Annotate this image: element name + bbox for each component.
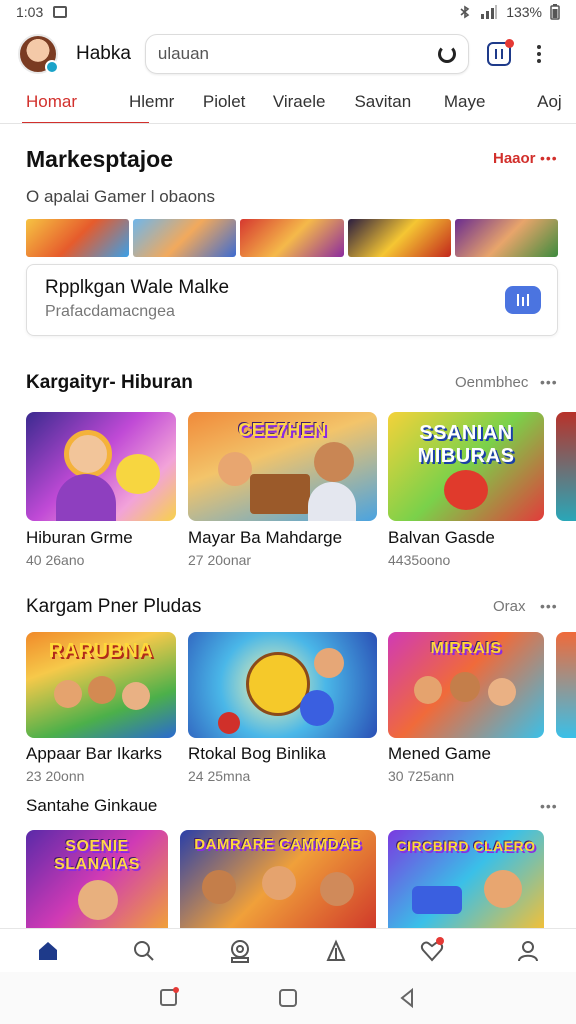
battery-level: 133%	[506, 4, 542, 20]
game-thumbnail: SSANIAN MIBURAS	[388, 412, 544, 521]
marketplace-subtitle: O apalai Gamer l obaons	[26, 187, 215, 206]
search-input[interactable]	[157, 44, 438, 64]
section-see-all[interactable]: Oenmbhec	[455, 374, 528, 391]
banner-thumb[interactable]	[133, 219, 237, 257]
nav-home[interactable]	[28, 931, 68, 971]
promo-card[interactable]: Rpplkgan Wale Malke Prafacdamacngea	[26, 264, 558, 336]
promo-title: Rpplkgan Wale Malke	[45, 277, 230, 298]
online-badge	[45, 60, 59, 74]
nav-search[interactable]	[124, 931, 164, 971]
badge-icon	[231, 939, 249, 963]
banner-thumb[interactable]	[454, 219, 559, 257]
back-icon[interactable]	[396, 987, 418, 1009]
banner-strip	[26, 219, 559, 257]
system-nav	[0, 972, 576, 1024]
section-title: Kargaityr- Hiburan	[26, 372, 193, 393]
inbox-icon	[494, 49, 503, 59]
game-thumbnail: RARUBNA	[26, 632, 176, 738]
bottom-nav	[0, 928, 576, 972]
app-header: Habka	[0, 26, 576, 82]
game-thumbnail: MIRRAIS	[388, 632, 544, 738]
next-card-peek[interactable]	[556, 412, 576, 521]
recents-icon[interactable]	[158, 987, 180, 1009]
bluetooth-icon	[460, 5, 470, 19]
tab-homar[interactable]: Homar	[22, 84, 149, 123]
status-bar: 1:03 133%	[0, 0, 576, 24]
banner-thumb[interactable]	[347, 219, 451, 257]
game-meta: 24 25mna	[188, 768, 251, 784]
search-box[interactable]	[144, 34, 469, 74]
section-see-all[interactable]: Orax	[493, 598, 526, 615]
game-thumbnail	[26, 412, 176, 521]
gallery-icon	[53, 6, 68, 18]
nav-badge[interactable]	[220, 931, 260, 971]
nav-library[interactable]	[316, 931, 356, 971]
tab-viraele[interactable]: Viraele	[273, 84, 355, 123]
section-title: Santahe Ginkaue	[26, 796, 158, 815]
game-name: Hiburan Grme	[26, 528, 133, 547]
game-name: Rtokal Bog Binlika	[188, 744, 326, 763]
tab-piolet[interactable]: Piolet	[203, 84, 273, 123]
tab-savitan[interactable]: Savitan	[354, 84, 443, 123]
game-thumbnail: SOENIE SLANAIAS	[26, 830, 168, 928]
promo-subtitle: Prafacdamacngea	[45, 303, 175, 320]
marketplace-see-all[interactable]: Haaor	[493, 150, 536, 167]
app-title: Habka	[76, 43, 131, 64]
signal-icon	[481, 5, 498, 19]
section-more-icon[interactable]: •••	[540, 374, 558, 390]
search-icon	[134, 940, 154, 961]
avatar[interactable]	[18, 34, 59, 74]
section-more-icon[interactable]: •••	[540, 798, 558, 814]
notification-dot	[504, 39, 514, 48]
game-row: SOENIE SLANAIAS DAMRARE CAMMDAB CIRCBIRD…	[26, 830, 576, 928]
game-thumbnail: CEE7HEN	[188, 412, 377, 521]
nav-profile[interactable]	[508, 931, 548, 971]
game-meta: 30 725ann	[388, 768, 455, 784]
game-thumbnail: DAMRARE CAMMDAB	[180, 830, 376, 928]
game-meta: 27 20onar	[188, 552, 252, 568]
game-name: Mened Game	[388, 744, 491, 763]
marketplace-title: Markesptajoe	[26, 146, 174, 172]
stats-button[interactable]	[505, 286, 541, 314]
favorites-badge	[436, 936, 444, 945]
more-options-icon[interactable]	[536, 45, 541, 63]
game-meta: 40 26ano	[26, 552, 85, 568]
tab-maye[interactable]: Maye	[444, 84, 537, 123]
game-thumbnail: CIRCBIRD CLAERO	[388, 830, 544, 928]
home-icon	[39, 941, 57, 960]
game-meta: 23 20onn	[26, 768, 85, 784]
game-name: Appaar Bar Ikarks	[26, 744, 163, 763]
game-meta: 4435oono	[388, 552, 451, 568]
profile-icon	[518, 940, 538, 961]
section-more-icon[interactable]: •••	[540, 598, 558, 614]
tab-aoj[interactable]: Aoj	[537, 84, 576, 123]
banner-thumb[interactable]	[26, 219, 130, 257]
refresh-icon[interactable]	[437, 45, 456, 63]
section-title: Kargam Pner Pludas	[26, 596, 202, 617]
chart-icon	[517, 294, 529, 306]
notifications-button[interactable]	[486, 39, 514, 66]
home-button-icon[interactable]	[277, 987, 299, 1009]
game-row: RARUBNA Appaar Bar Ikarks 23 20onn Rtoka…	[26, 632, 576, 802]
game-name: Balvan Gasde	[388, 528, 495, 547]
category-tabs: Homar Hlemr Piolet Viraele Savitan Maye …	[0, 84, 576, 124]
library-icon	[326, 939, 346, 961]
nav-favorites[interactable]	[412, 931, 452, 971]
next-card-peek[interactable]	[556, 632, 576, 738]
status-time: 1:03	[16, 4, 44, 20]
tab-hlemr[interactable]: Hlemr	[129, 84, 203, 123]
game-thumbnail	[188, 632, 377, 738]
game-name: Mayar Ba Mahdarge	[188, 528, 343, 547]
game-row: Hiburan Grme 40 26ano CEE7HEN Mayar Ba M…	[26, 412, 576, 582]
battery-icon	[550, 4, 560, 20]
marketplace-more-icon[interactable]: •••	[540, 150, 558, 166]
banner-thumb[interactable]	[240, 219, 344, 257]
